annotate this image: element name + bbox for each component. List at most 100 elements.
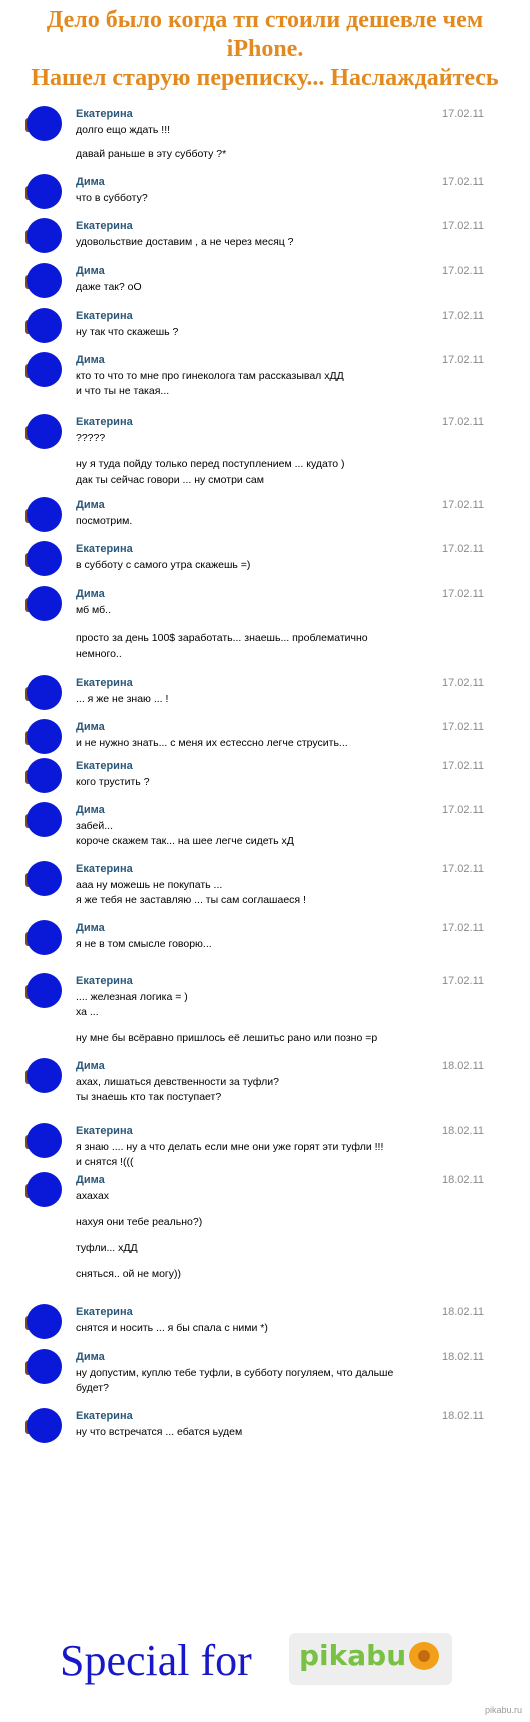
- logo-text: pikabu: [299, 1639, 407, 1672]
- message-text: ахах, лишаться девственности за туфли?: [76, 1076, 279, 1088]
- message-text: нахуя они тебе реально?): [76, 1216, 203, 1228]
- message-date: 18.02.11: [441, 1125, 484, 1137]
- sender-name[interactable]: Екатерина: [76, 543, 133, 555]
- sender-name[interactable]: Дима: [76, 176, 105, 188]
- message-text: мб мб..: [76, 604, 111, 616]
- sender-name[interactable]: Дима: [76, 922, 105, 934]
- message-date: 18.02.11: [441, 1351, 484, 1363]
- message-text: ну так что скажешь ?: [76, 326, 179, 338]
- sender-name[interactable]: Дима: [76, 1174, 105, 1186]
- sender-name[interactable]: Дима: [76, 804, 105, 816]
- message-text: .... железная логика = ): [76, 991, 188, 1003]
- sender-name[interactable]: Екатерина: [76, 220, 133, 232]
- sender-name[interactable]: Екатерина: [76, 1306, 133, 1318]
- sender-name[interactable]: Екатерина: [76, 1410, 133, 1422]
- message-text: долго ещо ждать !!!: [76, 124, 171, 136]
- title-line: Дело было когда тп стоили дешевле чем: [46, 7, 484, 33]
- avatar[interactable]: [25, 414, 62, 449]
- avatar[interactable]: [25, 973, 62, 1008]
- message-date: 18.02.11: [441, 1060, 484, 1072]
- sender-name[interactable]: Дима: [76, 588, 105, 600]
- sender-name[interactable]: Екатерина: [76, 975, 133, 987]
- message-text: снятся и носить ... я бы спала с ними *): [76, 1322, 268, 1334]
- message-text: короче скажем так... на шее легче сидеть…: [76, 835, 294, 847]
- avatar[interactable]: [25, 174, 62, 209]
- message-date: 18.02.11: [441, 1174, 484, 1186]
- avatar[interactable]: [25, 920, 62, 955]
- message-text: даже так? оО: [76, 281, 142, 293]
- message-date: 17.02.11: [441, 176, 484, 188]
- message-date: 17.02.11: [441, 310, 484, 322]
- avatar[interactable]: [25, 861, 62, 896]
- message-text: ну допустим, куплю тебе туфли, в субботу…: [76, 1367, 394, 1379]
- message-text: дак ты сейчас говори ... ну смотри сам: [76, 474, 264, 486]
- message-date: 17.02.11: [441, 543, 484, 555]
- message-text: ну я туда пойду только перед поступление…: [76, 458, 345, 470]
- message-text: удовольствие доставим , а не через месяц…: [76, 236, 294, 248]
- sender-name[interactable]: Дима: [76, 721, 105, 733]
- message-text: посмотрим.: [76, 515, 133, 527]
- message-text: забей...: [76, 820, 114, 832]
- avatar[interactable]: [25, 1172, 62, 1207]
- title-line: Нашел старую переписку... Наслаждайтесь: [31, 65, 499, 91]
- message-text: давай раньше в эту субботу ?*: [76, 148, 227, 160]
- avatar[interactable]: [25, 308, 62, 343]
- message-text: ... я же не знаю ... !: [76, 693, 169, 705]
- sender-name[interactable]: Екатерина: [76, 108, 133, 120]
- message-text: ну что встречатся ... ебатся ьудем: [76, 1426, 243, 1438]
- avatar[interactable]: [25, 541, 62, 576]
- avatar[interactable]: [25, 352, 62, 387]
- avatar[interactable]: [25, 586, 62, 621]
- message-date: 17.02.11: [441, 108, 484, 120]
- avatar[interactable]: [25, 1123, 62, 1158]
- avatar[interactable]: [25, 218, 62, 253]
- sender-name[interactable]: Дима: [76, 1351, 105, 1363]
- message-text: и не нужно знать... с меня их естессно л…: [76, 737, 348, 749]
- message-text: просто за день 100$ заработать... знаешь…: [76, 632, 368, 644]
- message-date: 17.02.11: [441, 863, 484, 875]
- message-date: 17.02.11: [441, 721, 484, 733]
- sender-name[interactable]: Екатерина: [76, 863, 133, 875]
- avatar[interactable]: [25, 106, 62, 141]
- cookie-icon: [409, 1642, 439, 1670]
- message-text: будет?: [76, 1382, 109, 1394]
- sender-name[interactable]: Екатерина: [76, 677, 133, 689]
- avatar[interactable]: [25, 719, 62, 754]
- message-text: я же тебя не заставляю ... ты сам соглаш…: [76, 894, 306, 906]
- message-date: 18.02.11: [441, 1306, 484, 1318]
- sender-name[interactable]: Екатерина: [76, 1125, 133, 1137]
- sender-name[interactable]: Екатерина: [76, 310, 133, 322]
- title-line: iPhone.: [226, 36, 304, 62]
- message-date: 17.02.11: [441, 588, 484, 600]
- avatar[interactable]: [25, 675, 62, 710]
- message-date: 17.02.11: [441, 354, 484, 366]
- avatar[interactable]: [25, 1304, 62, 1339]
- sender-name[interactable]: Дима: [76, 499, 105, 511]
- message-text: ха ...: [76, 1006, 99, 1018]
- sender-name[interactable]: Дима: [76, 1060, 105, 1072]
- message-date: 17.02.11: [441, 804, 484, 816]
- special-for-text: Special for: [60, 1636, 252, 1685]
- sender-name[interactable]: Дима: [76, 265, 105, 277]
- avatar[interactable]: [25, 1408, 62, 1443]
- message-text: я знаю .... ну а что делать если мне они…: [76, 1141, 384, 1153]
- message-text: ты знаешь кто так поступает?: [76, 1091, 222, 1103]
- message-date: 17.02.11: [441, 220, 484, 232]
- avatar[interactable]: [25, 1058, 62, 1093]
- avatar[interactable]: [25, 1349, 62, 1384]
- message-text: я не в том смысле говорю...: [76, 938, 212, 950]
- avatar[interactable]: [25, 263, 62, 298]
- message-date: 17.02.11: [441, 922, 484, 934]
- sender-name[interactable]: Дима: [76, 354, 105, 366]
- message-text: сняться.. ой не могу)): [76, 1268, 182, 1280]
- avatar[interactable]: [25, 497, 62, 532]
- message-text: что в субботу?: [76, 192, 148, 204]
- avatar[interactable]: [25, 802, 62, 837]
- message-text: в субботу с самого утра скажешь =): [76, 559, 251, 571]
- avatar[interactable]: [25, 758, 62, 793]
- message-text: ааа ну можешь не покупать ...: [76, 879, 223, 891]
- sender-name[interactable]: Екатерина: [76, 760, 133, 772]
- sender-name[interactable]: Екатерина: [76, 416, 133, 428]
- pikabu-logo[interactable]: pikabu: [289, 1633, 452, 1685]
- watermark: pikabu.ru: [484, 1705, 522, 1715]
